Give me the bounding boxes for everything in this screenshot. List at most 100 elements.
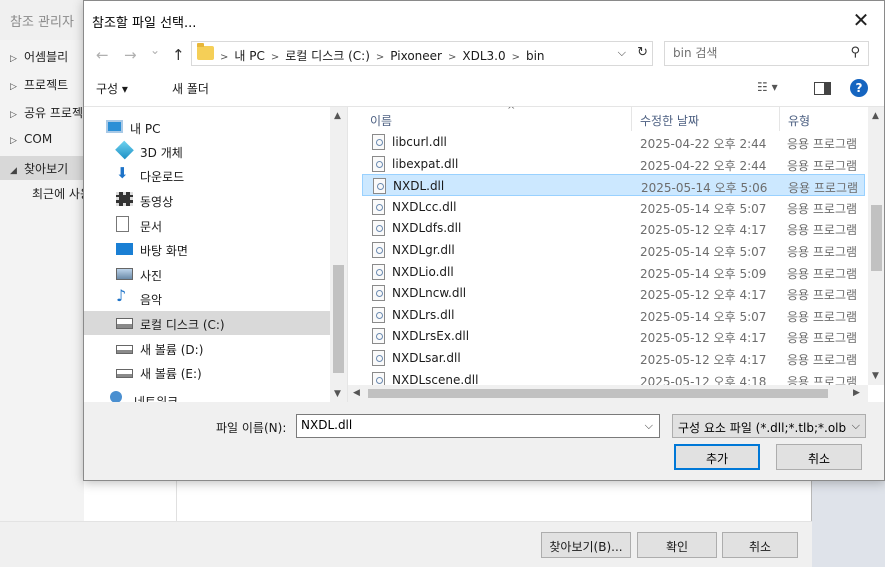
- back-arrow-icon[interactable]: ←: [96, 46, 109, 64]
- close-icon[interactable]: ✕: [838, 1, 884, 39]
- file-date: 2025-05-14 오후 5:07: [640, 201, 767, 216]
- scroll-down-icon[interactable]: ▼: [872, 371, 879, 381]
- filetype-select[interactable]: 구성 요소 파일 (*.dll;*.tlb;*.olb; ⌵: [672, 414, 866, 438]
- nav-item-label: 3D 개체: [140, 146, 183, 160]
- scroll-up-icon[interactable]: ▲: [872, 111, 879, 121]
- file-list-vertical-thumb[interactable]: [871, 205, 882, 271]
- picture-icon: [116, 268, 133, 280]
- file-row[interactable]: NXDLncw.dll 2025-05-12 오후 4:17 응용 프로그램: [362, 282, 865, 304]
- ref-nav-item-label: COM: [24, 132, 53, 146]
- nav-item[interactable]: 3D 개체: [84, 139, 330, 163]
- bg-cancel-button[interactable]: 취소: [722, 532, 798, 558]
- recent-locations-icon[interactable]: ⌄: [150, 43, 160, 57]
- file-list-horizontal-scrollbar[interactable]: ◀ ▶: [348, 385, 868, 402]
- breadcrumb-separator-icon[interactable]: >: [271, 52, 279, 63]
- file-row[interactable]: NXDLrsEx.dll 2025-05-12 오후 4:17 응용 프로그램: [362, 325, 865, 347]
- breadcrumb-item[interactable]: 내 PC: [234, 49, 264, 63]
- column-header-name[interactable]: 이름 ^: [362, 107, 632, 131]
- column-header-type[interactable]: 유형: [780, 107, 870, 131]
- scroll-down-icon[interactable]: ▼: [334, 389, 341, 399]
- new-folder-button[interactable]: 새 폴더: [172, 80, 209, 97]
- file-row[interactable]: NXDLsar.dll 2025-05-12 오후 4:17 응용 프로그램: [362, 347, 865, 369]
- nav-item[interactable]: 새 볼륨 (D:): [84, 336, 330, 360]
- ref-nav-item[interactable]: ▷ COM: [0, 128, 84, 152]
- file-row[interactable]: NXDL.dll 2025-05-14 오후 5:06 응용 프로그램: [362, 174, 865, 197]
- browse-button[interactable]: 찾아보기(B)...: [541, 532, 631, 558]
- filename-input[interactable]: [301, 418, 621, 432]
- view-options-icon[interactable]: ☷ ▾: [757, 80, 778, 94]
- ref-nav-item[interactable]: ▷ 어셈블리: [0, 44, 84, 68]
- nav-item[interactable]: 사진: [84, 262, 330, 286]
- nav-item[interactable]: 문서: [84, 213, 330, 237]
- file-row[interactable]: libcurl.dll 2025-04-22 오후 2:44 응용 프로그램: [362, 131, 865, 153]
- nav-item[interactable]: 로컬 디스크 (C:): [84, 311, 330, 335]
- up-arrow-icon[interactable]: ↑: [172, 46, 185, 64]
- file-name: NXDLgr.dll: [392, 243, 455, 257]
- nav-scrollbar-thumb[interactable]: [333, 265, 344, 373]
- filetype-value: 구성 요소 파일 (*.dll;*.tlb;*.olb;: [678, 421, 846, 435]
- file-row[interactable]: libexpat.dll 2025-04-22 오후 2:44 응용 프로그램: [362, 153, 865, 175]
- scroll-up-icon[interactable]: ▲: [334, 111, 341, 121]
- breadcrumb-separator-icon[interactable]: >: [448, 52, 456, 63]
- ref-nav-item[interactable]: 최근에 사용: [0, 181, 84, 205]
- search-box[interactable]: ⚲: [664, 41, 869, 66]
- file-name: NXDLcc.dll: [392, 199, 457, 214]
- dll-file-icon: [372, 263, 385, 280]
- ref-nav-item[interactable]: ◢ 찾아보기: [0, 156, 84, 180]
- chevron-down-icon[interactable]: ⌵: [618, 46, 626, 60]
- dialog-body: 내 PC 3D 개체 ⬇ 다운로드동영상문서바탕 화면 사진 ♪ 음악 로컬 디스크 (C:)…: [84, 107, 884, 402]
- organize-button[interactable]: 구성 ▾: [96, 80, 128, 97]
- nav-item[interactable]: 새 볼륨 (E:): [84, 360, 330, 384]
- breadcrumb-item[interactable]: 로컬 디스크 (C:): [285, 49, 370, 63]
- file-name: NXDL.dll: [393, 179, 445, 194]
- file-row[interactable]: NXDLio.dll 2025-05-14 오후 5:09 응용 프로그램: [362, 261, 865, 283]
- filename-combobox[interactable]: ⌵: [296, 414, 660, 438]
- nav-item-label: 새 볼륨 (D:): [140, 343, 204, 357]
- nav-item[interactable]: 네트워크: [84, 388, 330, 402]
- refresh-icon[interactable]: ↻: [637, 45, 648, 60]
- preview-pane-icon[interactable]: [814, 82, 831, 95]
- search-icon[interactable]: ⚲: [850, 45, 860, 60]
- breadcrumb-item[interactable]: XDL3.0: [462, 49, 505, 63]
- address-row: ← → ⌄ ↑ > 내 PC > 로컬 디스크 (C:) > Pixoneer > XDL3.…: [84, 39, 884, 71]
- chevron-down-icon[interactable]: ⌵: [645, 419, 653, 433]
- expanded-arrow-icon: ◢: [10, 166, 17, 176]
- nav-item[interactable]: 동영상: [84, 188, 330, 212]
- forward-arrow-icon[interactable]: →: [124, 46, 137, 64]
- chevron-down-icon[interactable]: ⌵: [852, 419, 860, 433]
- nav-item-label: 문서: [140, 220, 163, 234]
- video-icon: [116, 192, 133, 206]
- nav-item[interactable]: 바탕 화면: [84, 237, 330, 261]
- file-row[interactable]: NXDLrs.dll 2025-05-14 오후 5:07 응용 프로그램: [362, 304, 865, 326]
- breadcrumb-separator-icon[interactable]: >: [512, 52, 520, 63]
- nav-item[interactable]: ⬇ 다운로드: [84, 163, 330, 187]
- address-bar[interactable]: > 내 PC > 로컬 디스크 (C:) > Pixoneer > XDL3.0 > bin ⌵ …: [191, 41, 653, 66]
- ref-nav-item[interactable]: ▷ 프로젝트: [0, 72, 84, 96]
- music-icon: ♪: [116, 286, 127, 305]
- breadcrumb-item[interactable]: Pixoneer: [390, 49, 442, 63]
- breadcrumb-separator-icon[interactable]: >: [376, 52, 384, 63]
- search-input[interactable]: [673, 46, 843, 60]
- file-row[interactable]: NXDLdfs.dll 2025-05-12 오후 4:17 응용 프로그램: [362, 217, 865, 239]
- nav-item[interactable]: ♪ 음악: [84, 286, 330, 310]
- column-header-date[interactable]: 수정한 날짜: [632, 107, 780, 131]
- add-button[interactable]: 추가: [674, 444, 760, 470]
- nav-scrollbar[interactable]: ▲ ▼: [330, 107, 347, 402]
- cancel-button[interactable]: 취소: [776, 444, 862, 470]
- breadcrumb-separator-icon[interactable]: >: [220, 52, 228, 63]
- ref-nav-item-label: 공유 프로젝트: [24, 106, 84, 120]
- ref-nav-item[interactable]: ▷ 공유 프로젝트: [0, 100, 84, 124]
- scroll-right-icon[interactable]: ▶: [853, 388, 860, 398]
- ref-nav-item-label: 찾아보기: [24, 162, 69, 176]
- ok-button[interactable]: 확인: [637, 532, 717, 558]
- scroll-left-icon[interactable]: ◀: [353, 388, 360, 398]
- file-list-vertical-scrollbar[interactable]: ▲ ▼: [868, 107, 884, 385]
- help-icon[interactable]: ?: [850, 79, 868, 97]
- nav-item[interactable]: 내 PC: [84, 115, 330, 139]
- file-row[interactable]: NXDLcc.dll 2025-05-14 오후 5:07 응용 프로그램: [362, 196, 865, 218]
- collapsed-arrow-icon: ▷: [10, 110, 17, 120]
- file-list-horizontal-thumb[interactable]: [368, 389, 828, 398]
- nav-item-label: 동영상: [140, 195, 174, 209]
- breadcrumb-item[interactable]: bin: [526, 49, 545, 63]
- file-row[interactable]: NXDLgr.dll 2025-05-14 오후 5:07 응용 프로그램: [362, 239, 865, 261]
